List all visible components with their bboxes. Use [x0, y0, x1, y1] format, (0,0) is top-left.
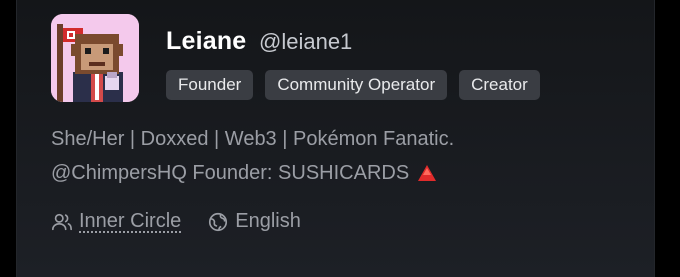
language-label: English [235, 210, 301, 232]
profile-bio: She/Her | Doxxed | Web3 | Pokémon Fanati… [51, 122, 611, 190]
inner-circle-link[interactable]: Inner Circle [79, 210, 181, 233]
profile-card: Leiane @leiane1 Founder Community Operat… [16, 0, 655, 277]
badge-community-operator[interactable]: Community Operator [265, 70, 448, 100]
badge-creator[interactable]: Creator [459, 70, 540, 100]
red-triangle-icon [418, 165, 437, 181]
role-badges: Founder Community Operator Creator [166, 70, 540, 100]
language-meta: English [207, 210, 301, 233]
badge-founder[interactable]: Founder [166, 70, 254, 100]
profile-handle[interactable]: @leiane1 [259, 29, 352, 55]
chimp-avatar-icon [51, 14, 139, 102]
profile-meta: Inner Circle English [51, 210, 327, 233]
people-icon [52, 213, 72, 230]
bio-line-1: She/Her | Doxxed | Web3 | Pokémon Fanati… [51, 128, 455, 150]
globe-icon [209, 212, 228, 231]
profile-name: Leiane [166, 27, 247, 55]
bio-line-2-container: @ChimpersHQ Founder: SUSHICARDS [51, 156, 611, 190]
bio-line-2: @ChimpersHQ Founder: SUSHICARDS [51, 162, 410, 184]
avatar[interactable] [51, 14, 139, 102]
inner-circle-meta: Inner Circle [51, 210, 181, 233]
